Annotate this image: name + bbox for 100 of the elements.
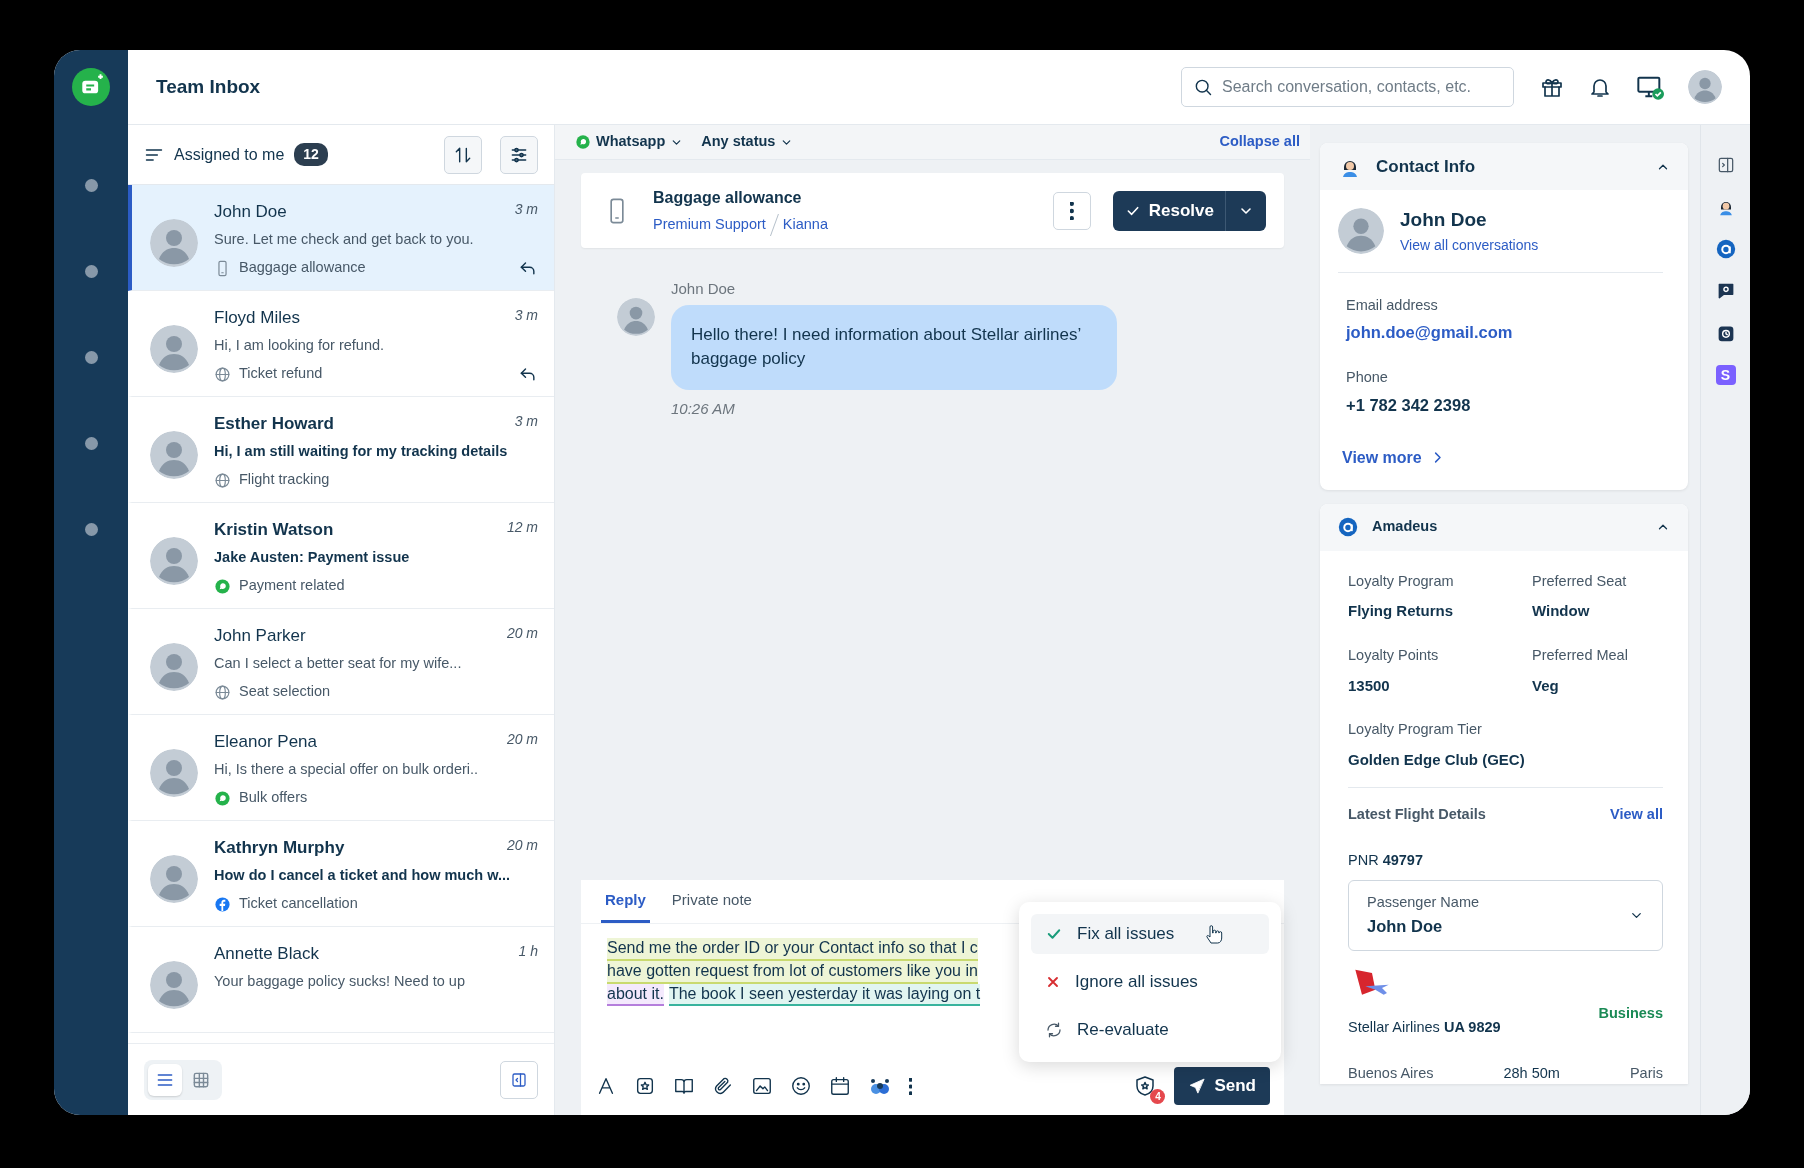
time-label: 3 m [514,200,538,219]
view-more-link[interactable]: View more [1342,445,1445,470]
field-label: Email address [1346,295,1439,315]
app-shortcut-button[interactable]: S [1715,365,1736,385]
whatsapp-icon [214,789,231,807]
passenger-select[interactable]: Passenger Name John Doe [1348,879,1663,951]
view-all-link[interactable]: View all [1610,804,1663,826]
menu-item[interactable]: Fix all issues [1031,914,1269,954]
contact-name: Esther Howard [214,413,334,435]
conversation-item[interactable]: John Parker 20 m Can I select a better seat for my wife... Seat selection [128,609,554,715]
field-label: Loyalty Points [1348,645,1440,665]
filter-button[interactable] [500,135,538,174]
airline-flight-label: Stellar Airlines UA 9829 [1348,1017,1501,1037]
time-label: 20 m [506,836,538,855]
origin-label: Buenos Aires [1348,1063,1434,1083]
field-label: Preferred Seat [1532,571,1628,591]
topic-label: Bulk offers [239,788,308,808]
list-view-button[interactable] [148,1063,182,1096]
compose-tab[interactable]: Reply [601,880,650,923]
contact-avatar [150,749,198,797]
contact-name: John Doe [1400,208,1488,232]
conversation-item[interactable]: Annette Black 1 h Your baggage policy sucks! Need to up [128,927,554,1033]
filter-dropdown[interactable]: Whatsapp [575,131,684,153]
contact-avatar [150,643,198,691]
conversation-item[interactable]: Esther Howard 3 m Hi, I am still waiting for my tracking details Flight tracking [128,397,554,503]
more-icon [1070,201,1074,220]
list-title: Assigned to me [174,144,285,165]
compose-tab[interactable]: Private note [667,880,756,923]
app-shortcut-button[interactable] [1715,239,1736,259]
nav-dot[interactable] [84,351,98,364]
menu-item[interactable]: Re-evaluate [1031,1010,1269,1050]
attachment-button[interactable] [712,1075,734,1097]
message-preview: Hi, I am looking for refund. [214,335,386,355]
conversation-item[interactable]: Eleanor Pena 20 m Hi, Is there a special offer on bulk orderi.. Bulk offers [128,715,554,821]
more-icon [909,1077,913,1095]
attachment-icon [712,1075,734,1097]
conversation-item[interactable]: Floyd Miles 3 m Hi, I am looking for refund. Ticket refund [128,291,554,397]
contact-avatar [150,431,198,479]
section-title: Amadeus [1372,517,1439,537]
more-button[interactable] [1052,191,1091,230]
conversation-item[interactable]: Kristin Watson 12 m Jake Austen: Payment issue Payment related [128,503,554,609]
field-label: Phone [1346,368,1389,387]
sort-button[interactable] [444,135,482,174]
contact-name: Eleanor Pena [214,731,318,753]
email-link[interactable]: john.doe@gmail.com [1346,323,1513,342]
menu-item[interactable]: Ignore all issues [1031,962,1269,1002]
emoji-button[interactable] [790,1075,812,1097]
topic-label: Payment related [239,576,345,596]
message-preview: Sure. Let me check and get back to you. [214,229,475,249]
field-label: Loyalty Program Tier [1348,720,1483,739]
contact-name: John Parker [214,625,306,647]
amadeus-logo [1338,517,1358,537]
time-label: 20 m [506,730,538,749]
section-label: Latest Flight Details [1348,805,1486,825]
search-field[interactable]: Search conversation, contacts, etc. [1181,67,1514,107]
nav-dot[interactable] [84,179,98,192]
contact-avatar [150,219,198,267]
field-value: Veg [1532,675,1560,696]
destination-label: Paris [1629,1063,1663,1083]
flagged-text: have gotten request from lot of customers like you in [607,960,978,984]
app-logo [72,68,110,106]
field-label: Loyalty Program [1348,571,1455,591]
cabin-class: Business [1598,1003,1663,1023]
nav-dot[interactable] [84,523,98,536]
message-bubble: Hello there! I need information about Stellar airlines’ baggage policy [671,304,1117,390]
message-time: 10:26 AM [671,398,736,419]
topic-label: Ticket cancellation [239,894,358,914]
pnr-label: PNR 49797 [1348,851,1424,870]
message-preview: Hi, Is there a special offer on bulk orderi.. [214,759,480,779]
globe-icon [214,365,231,383]
globe-icon [214,471,231,489]
user-avatar [1688,70,1722,104]
globe-icon [214,683,231,701]
calendar-button[interactable] [829,1075,851,1097]
collapse-panel-button[interactable] [500,1060,538,1099]
image-button[interactable] [751,1075,773,1097]
panel-icon [510,1070,528,1089]
send-button[interactable]: Send [1174,1067,1270,1105]
canned-response-button[interactable] [634,1075,656,1097]
amadeus-logo [1715,239,1736,259]
nav-dot[interactable] [84,265,98,278]
conversation-item[interactable]: John Doe 3 m Sure. Let me check and get back to you. Baggage allowance [128,185,554,291]
sender-name: John Doe [671,279,737,299]
contact-avatar [150,855,198,903]
contact-avatar [617,298,655,336]
resolve-button[interactable]: Resolve [1112,190,1226,231]
topic-label: Baggage allowance [239,258,366,278]
nav-dot[interactable] [84,437,98,450]
resolve-menu-button[interactable] [1225,190,1266,231]
conversation-item[interactable]: Kathryn Murphy 20 m How do I cancel a ticket and how much w... Ticket cancellation [128,821,554,927]
collapse-all-link[interactable]: Collapse all [1219,131,1300,153]
filter-dropdown[interactable]: Any status [701,131,794,153]
contact-name: John Doe [214,201,287,223]
contact-name: Kathryn Murphy [214,837,345,859]
agent-link[interactable]: Kianna [782,213,828,236]
send-icon [1188,1077,1207,1095]
more-button[interactable] [909,1077,913,1095]
conversations-link[interactable]: View all conversations [1400,234,1539,256]
contact-avatar [150,961,198,1009]
group-link[interactable]: Premium Support [653,213,766,236]
